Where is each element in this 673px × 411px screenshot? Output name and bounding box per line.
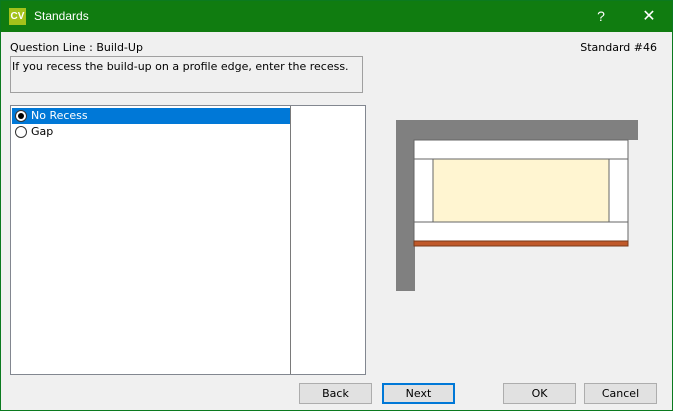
standard-number-label: Standard #46 <box>580 41 657 54</box>
left-stile <box>413 158 434 223</box>
app-icon: CV <box>9 8 26 25</box>
cancel-button[interactable]: Cancel <box>584 383 657 404</box>
next-button[interactable]: Next <box>382 383 455 404</box>
help-button[interactable]: ? <box>578 1 624 32</box>
build-up-diagram <box>396 120 638 291</box>
window-title: Standards <box>34 9 89 23</box>
ok-button[interactable]: OK <box>503 383 576 404</box>
option-label: Gap <box>31 125 54 138</box>
radio-button-checked[interactable] <box>15 110 27 122</box>
top-wall <box>396 120 638 140</box>
radio-button[interactable] <box>15 126 27 138</box>
description-box: If you recess the build-up on a profile … <box>10 56 363 93</box>
top-panel <box>413 139 629 160</box>
option-no-recess[interactable]: No Recess <box>12 108 290 124</box>
description-text: If you recess the build-up on a profile … <box>12 60 349 73</box>
option-gap[interactable]: Gap <box>12 124 290 140</box>
bottom-panel <box>413 221 629 242</box>
close-button[interactable]: ✕ <box>626 1 672 32</box>
core-panel <box>432 158 610 223</box>
side-wall <box>396 120 415 291</box>
standards-dialog: CV Standards ? ✕ Question Line : Build-U… <box>0 0 673 411</box>
right-stile <box>608 158 629 223</box>
question-line-label: Question Line : Build-Up <box>10 41 143 54</box>
title-bar: CV Standards ? ✕ <box>1 1 672 32</box>
back-button[interactable]: Back <box>299 383 372 404</box>
list-divider <box>290 106 291 374</box>
edge-strip <box>413 240 629 247</box>
options-list[interactable]: No Recess Gap <box>10 105 366 375</box>
option-label: No Recess <box>31 109 88 122</box>
